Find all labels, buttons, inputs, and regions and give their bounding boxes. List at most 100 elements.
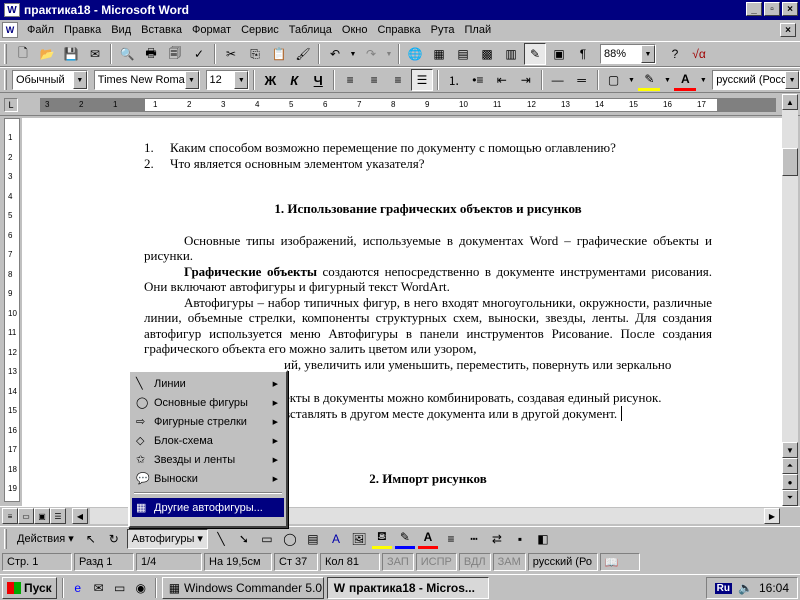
- wordart-icon[interactable]: A: [326, 529, 346, 549]
- task-windows-commander[interactable]: ▦ Windows Commander 5.0: [161, 576, 324, 599]
- menu-item-more-shapes[interactable]: ▦ Другие автофигуры...: [132, 498, 284, 517]
- web-view-icon[interactable]: ▭: [18, 508, 34, 524]
- chevron-down-icon[interactable]: ▼: [234, 71, 249, 89]
- menu-tools[interactable]: Сервис: [236, 24, 284, 36]
- oval-tool-icon[interactable]: ◯: [280, 529, 300, 549]
- line-color-icon[interactable]: ✎: [394, 529, 415, 549]
- show-hide-icon[interactable]: ¶: [572, 43, 594, 65]
- mail-icon[interactable]: ✉: [84, 43, 106, 65]
- toolbar-grip[interactable]: [4, 70, 7, 90]
- align-left-icon[interactable]: ≡: [339, 69, 361, 91]
- menu-window[interactable]: Окно: [337, 24, 373, 36]
- menu-view[interactable]: Вид: [106, 24, 136, 36]
- menu-edit[interactable]: Правка: [59, 24, 106, 36]
- align-right-icon[interactable]: ≡: [387, 69, 409, 91]
- scroll-up-icon[interactable]: ▲: [782, 94, 798, 110]
- arrow-tool-icon[interactable]: ➘: [234, 529, 254, 549]
- status-ext[interactable]: ВДЛ: [458, 553, 491, 571]
- line-style-icon[interactable]: ≡: [441, 529, 461, 549]
- rectangle-tool-icon[interactable]: ▭: [257, 529, 277, 549]
- desktop-icon[interactable]: ▭: [111, 579, 129, 597]
- next-page-icon[interactable]: ⏷: [782, 490, 798, 506]
- menu-item-basic-shapes[interactable]: ◯ Основные фигуры ▶: [132, 393, 284, 412]
- italic-button[interactable]: К: [283, 69, 305, 91]
- chevron-down-icon[interactable]: ▼: [627, 69, 637, 91]
- cut-icon[interactable]: ✂: [220, 43, 242, 65]
- task-word-document[interactable]: W практика18 - Micros...: [326, 576, 489, 599]
- spelling-status-icon[interactable]: 📖: [599, 553, 640, 571]
- language-indicator[interactable]: Ru: [714, 582, 733, 594]
- channels-icon[interactable]: ◉: [132, 579, 150, 597]
- status-rec[interactable]: ЗАП: [382, 553, 414, 571]
- copy-icon[interactable]: ⎘: [244, 43, 266, 65]
- undo-dropdown-icon[interactable]: ▼: [348, 43, 358, 65]
- insert-table-icon[interactable]: ▤: [452, 43, 474, 65]
- close-button[interactable]: ×: [782, 2, 798, 16]
- scroll-thumb[interactable]: [782, 148, 798, 176]
- document-map-icon[interactable]: ▣: [548, 43, 570, 65]
- equation-icon[interactable]: √α: [688, 43, 710, 65]
- menu-table[interactable]: Таблица: [284, 24, 337, 36]
- paste-icon[interactable]: 📋: [268, 43, 290, 65]
- line-tool-icon[interactable]: ╲: [211, 529, 231, 549]
- status-trk[interactable]: ИСПР: [415, 553, 457, 571]
- font-color-icon[interactable]: A: [417, 529, 438, 549]
- border-icon[interactable]: ▢: [603, 69, 625, 91]
- 3d-icon[interactable]: ◧: [533, 529, 553, 549]
- chevron-down-icon[interactable]: ▼: [662, 69, 672, 91]
- actions-button[interactable]: Действия ▾: [13, 529, 78, 549]
- vertical-ruler[interactable]: 1 2 3 4 5 6 7 8 9 10 11 12 13 14 15 16 17 18 19: [4, 118, 20, 502]
- hyperlink-icon[interactable]: 🌐: [404, 43, 426, 65]
- bullets-icon[interactable]: •≡: [467, 69, 489, 91]
- print-preview-icon[interactable]: 🗐: [164, 43, 186, 65]
- fill-color-icon[interactable]: ⛾: [371, 529, 392, 549]
- scroll-down-icon[interactable]: ▼: [782, 442, 798, 458]
- arrow-style-icon[interactable]: ⇄: [487, 529, 507, 549]
- menu-ruta[interactable]: Рута: [426, 24, 460, 36]
- clock[interactable]: 16:04: [759, 581, 789, 595]
- format-painter-icon[interactable]: 🖌: [292, 43, 314, 65]
- chevron-down-icon[interactable]: ▼: [641, 45, 655, 63]
- font-color-icon[interactable]: A: [674, 69, 697, 91]
- text-box-icon[interactable]: ▤: [303, 529, 323, 549]
- redo-icon[interactable]: ↷: [360, 43, 382, 65]
- document-icon[interactable]: W: [2, 22, 18, 38]
- toolbar-grip[interactable]: [4, 44, 7, 64]
- toolbar-grip[interactable]: [4, 528, 7, 549]
- tables-borders-icon[interactable]: ▦: [428, 43, 450, 65]
- maximize-button[interactable]: ▫: [764, 2, 780, 16]
- minimize-button[interactable]: _: [746, 2, 762, 16]
- tab-selector[interactable]: L: [4, 98, 18, 112]
- menu-item-stars[interactable]: ✩ Звезды и ленты ▶: [132, 450, 284, 469]
- status-ovr[interactable]: ЗАМ: [492, 553, 526, 571]
- double-line-icon[interactable]: ═: [571, 69, 593, 91]
- volume-icon[interactable]: 🔈: [738, 581, 753, 595]
- chevron-down-icon[interactable]: ▼: [184, 71, 199, 89]
- chevron-down-icon[interactable]: ▼: [72, 71, 87, 89]
- align-center-icon[interactable]: ≡: [363, 69, 385, 91]
- menu-item-flowchart[interactable]: ◇ Блок-схема ▶: [132, 431, 284, 450]
- drawing-icon[interactable]: ✎: [524, 43, 546, 65]
- decrease-indent-icon[interactable]: ⇤: [491, 69, 513, 91]
- menu-item-block-arrows[interactable]: ⇨ Фигурные стрелки ▶: [132, 412, 284, 431]
- search-icon[interactable]: 🔍: [116, 43, 138, 65]
- menu-file[interactable]: Файл: [22, 24, 59, 36]
- columns-icon[interactable]: ▥: [500, 43, 522, 65]
- prev-page-icon[interactable]: ⏶: [782, 458, 798, 474]
- status-language[interactable]: русский (Ро: [527, 553, 598, 571]
- print-icon[interactable]: 🖶: [140, 43, 162, 65]
- close-document-button[interactable]: ×: [780, 23, 796, 37]
- increase-indent-icon[interactable]: ⇥: [515, 69, 537, 91]
- clipart-icon[interactable]: 🖼: [349, 529, 369, 549]
- language-select[interactable]: русский (Росс ▼: [712, 70, 800, 90]
- dash-style-icon[interactable]: ┅: [464, 529, 484, 549]
- open-folder-icon[interactable]: 📂: [36, 43, 58, 65]
- menu-item-callouts[interactable]: 💬 Выноски ▶: [132, 469, 284, 488]
- highlight-icon[interactable]: ✎: [638, 69, 661, 91]
- font-select[interactable]: Times New Roman ▼: [93, 70, 200, 90]
- start-button[interactable]: Пуск: [2, 576, 57, 599]
- normal-view-icon[interactable]: ≡: [2, 508, 18, 524]
- scroll-left-icon[interactable]: ◀: [72, 508, 88, 524]
- menu-help[interactable]: Справка: [372, 24, 425, 36]
- horizontal-ruler[interactable]: 3 2 1 1 2 3 4 5 6 7 8 9 10 11 12 13 14 15 16 17: [40, 98, 776, 112]
